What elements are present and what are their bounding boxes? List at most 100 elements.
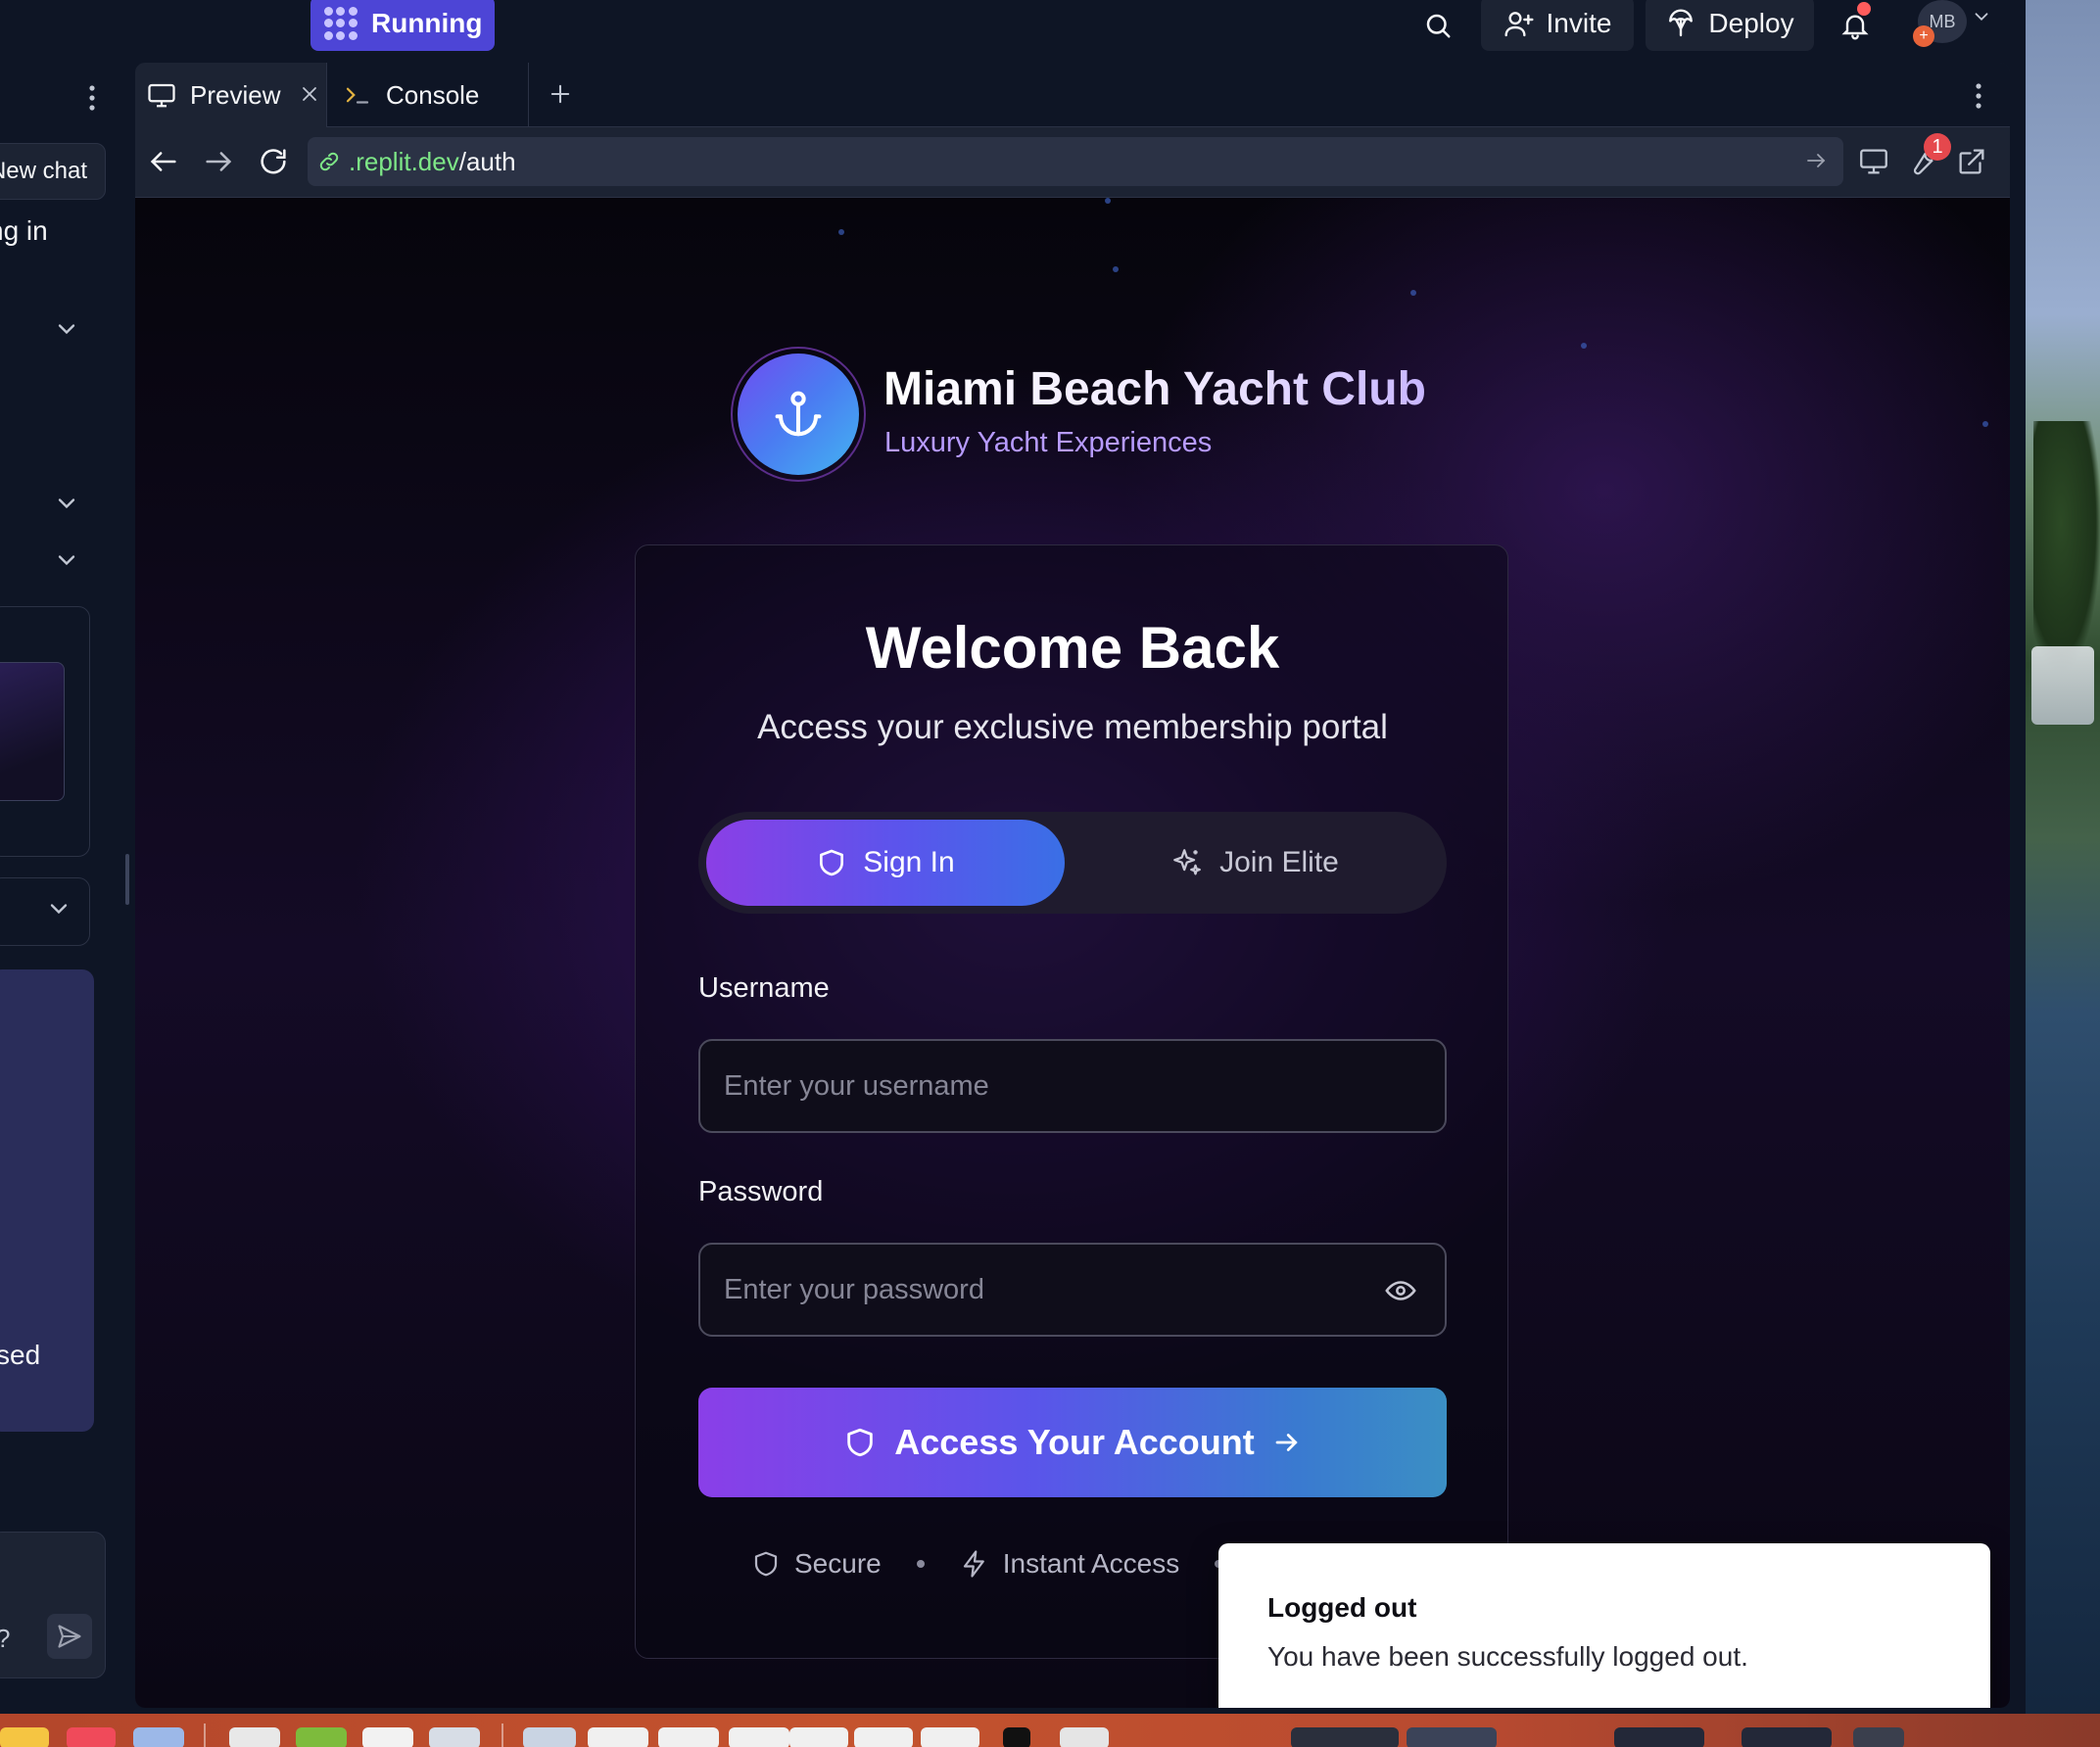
dock-window-thumbnail[interactable] (1291, 1727, 1399, 1747)
toast-notification[interactable]: Logged out You have been successfully lo… (1218, 1543, 1990, 1708)
tab-join-elite[interactable]: Join Elite (1071, 820, 1439, 906)
auth-card: Welcome Back Access your exclusive membe… (635, 544, 1508, 1659)
chat-input-text: ? (0, 1624, 10, 1654)
auth-mode-toggle: Sign In Join Elite (698, 812, 1447, 914)
desktop-palm-tree (2033, 421, 2100, 676)
search-button[interactable] (1410, 0, 1465, 51)
background-star (1581, 343, 1587, 349)
url-input[interactable]: .replit.dev/auth (308, 137, 1843, 186)
dock-app-icon[interactable] (588, 1727, 648, 1747)
access-account-button[interactable]: Access Your Account (698, 1388, 1447, 1497)
password-field-container (698, 1243, 1447, 1337)
username-input[interactable] (724, 1041, 1390, 1131)
reload-icon[interactable] (257, 145, 292, 180)
brand-subtitle: Luxury Yacht Experiences (884, 427, 1213, 458)
dock-app-icon[interactable] (1003, 1727, 1030, 1747)
dock-app-icon[interactable] (362, 1727, 413, 1747)
url-path: /auth (458, 146, 516, 176)
anchor-icon (772, 388, 825, 441)
notifications-button[interactable] (1828, 0, 1883, 51)
terminal-icon (343, 80, 372, 110)
dock-app-icon[interactable] (523, 1727, 576, 1747)
dock-app-icon[interactable] (789, 1727, 848, 1747)
toast-description: You have been successfully logged out. (1267, 1641, 1748, 1672)
username-field-container (698, 1039, 1447, 1133)
trash-icon[interactable] (1060, 1727, 1109, 1747)
tab-label: Preview (190, 79, 281, 110)
dock-window-thumbnail[interactable] (1614, 1727, 1704, 1747)
close-icon[interactable] (298, 82, 321, 106)
devtools-error-badge: 1 (1924, 133, 1951, 161)
arrow-right-icon (1272, 1428, 1302, 1457)
invite-button[interactable]: Invite (1481, 0, 1634, 51)
shield-icon (843, 1426, 877, 1459)
kebab-menu-icon[interactable] (1967, 80, 1990, 112)
shield-icon (816, 847, 847, 878)
dock-separator (501, 1723, 503, 1747)
dock-app-icon[interactable] (0, 1727, 49, 1747)
go-arrow-icon[interactable] (1804, 149, 1830, 174)
dock-app-icon[interactable] (133, 1727, 184, 1747)
dock-window-thumbnail[interactable] (1407, 1727, 1497, 1747)
notification-dot (1857, 2, 1871, 16)
plus-icon[interactable] (547, 80, 574, 108)
kebab-menu-icon[interactable] (80, 80, 104, 116)
sidebar-resize-handle[interactable] (125, 854, 129, 905)
workspace-topbar: Running Invite Deploy MB + (0, 0, 2026, 63)
agent-message-text: sed (0, 1340, 41, 1370)
deploy-button[interactable]: Deploy (1646, 0, 1814, 51)
page-title: Welcome Back (865, 615, 1280, 681)
dock-app-icon[interactable] (729, 1727, 789, 1747)
feature-secure: Secure (794, 1548, 882, 1579)
feature-list: Secure Instant Access (751, 1540, 1244, 1587)
dock-app-icon[interactable] (296, 1727, 347, 1747)
deploy-icon (1665, 8, 1696, 39)
run-status-icon (324, 7, 358, 40)
tab-sign-in[interactable]: Sign In (706, 820, 1065, 906)
dock-app-icon[interactable] (429, 1727, 480, 1747)
chevron-down-icon[interactable] (53, 546, 80, 574)
preview-urlbar: .replit.dev/auth 1 (135, 127, 2010, 198)
password-input[interactable] (724, 1245, 1390, 1335)
forward-arrow-icon[interactable] (202, 145, 237, 180)
dock-window-thumbnail[interactable] (1853, 1727, 1904, 1747)
open-new-tab-icon[interactable] (1955, 145, 1990, 180)
dock-app-icon[interactable] (67, 1727, 116, 1747)
background-star (1105, 198, 1111, 204)
separator-dot (916, 1560, 925, 1568)
chevron-down-icon[interactable] (45, 895, 72, 922)
back-arrow-icon[interactable] (147, 145, 182, 180)
dock-app-icon[interactable] (658, 1727, 719, 1747)
link-icon (317, 150, 341, 173)
dock-app-icon[interactable] (921, 1727, 979, 1747)
screenshot-thumbnail[interactable] (0, 662, 65, 801)
preview-pane: Preview Console .replit.dev/auth 1 Miami… (135, 63, 2010, 1708)
logo (731, 347, 866, 482)
chevron-down-icon[interactable] (1971, 6, 1994, 33)
macos-dock (0, 1714, 2100, 1747)
run-button[interactable]: Running (310, 0, 495, 51)
agent-sidebar: New chat ng in sed ? (0, 63, 125, 1714)
eye-icon[interactable] (1384, 1274, 1417, 1307)
tab-join-elite-label: Join Elite (1219, 846, 1339, 878)
desktop-background (2026, 0, 2100, 1747)
add-user-icon (1503, 8, 1535, 39)
tab-console[interactable]: Console (327, 63, 529, 127)
new-chat-button[interactable]: New chat (0, 143, 106, 200)
url-host: .replit.dev (349, 146, 459, 176)
dock-app-icon[interactable] (229, 1727, 280, 1747)
sparkles-icon (1170, 846, 1204, 879)
send-button[interactable] (47, 1614, 92, 1659)
dock-window-thumbnail[interactable] (1742, 1727, 1832, 1747)
chevron-down-icon[interactable] (53, 490, 80, 517)
pane-tabs: Preview Console (135, 63, 2010, 127)
dock-app-icon[interactable] (854, 1727, 913, 1747)
shield-icon (751, 1549, 781, 1579)
avatar-badge-icon: + (1913, 25, 1934, 47)
device-preview-icon[interactable] (1857, 145, 1892, 180)
background-star (1113, 266, 1119, 272)
username-label: Username (698, 972, 830, 1004)
chevron-down-icon[interactable] (53, 315, 80, 343)
monitor-icon (147, 80, 176, 110)
replit-window: Running Invite Deploy MB + ew chat g in … (0, 0, 2026, 1714)
